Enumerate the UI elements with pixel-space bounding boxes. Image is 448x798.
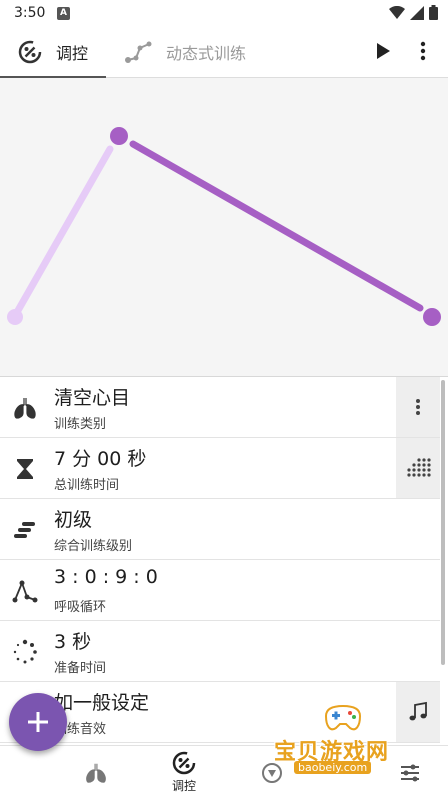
tab-control[interactable]: 调控: [0, 28, 106, 78]
plus-icon: [28, 712, 48, 732]
a-icon: A: [57, 7, 70, 20]
setting-subtitle: 综合训练级别: [54, 539, 133, 554]
setting-subtitle: 总训练时间: [54, 478, 120, 493]
nav-item-control[interactable]: 调控: [160, 746, 208, 798]
breath-cycle-icon: [12, 580, 38, 603]
exhale-line: [129, 140, 424, 312]
hourglass-icon: [17, 459, 33, 479]
inhale-line: [12, 145, 114, 318]
tab-label: 调控: [56, 44, 89, 63]
setting-title: 3 : 0 : 9 : 0: [54, 566, 158, 588]
tab-label: 动态式训练: [166, 44, 247, 63]
nav-item-breath[interactable]: [76, 746, 116, 798]
nav-label: 调控: [171, 779, 196, 793]
more-vert-icon[interactable]: [412, 40, 434, 62]
setting-subtitle: 准备时间: [54, 661, 107, 676]
more-vert-icon: [416, 399, 420, 415]
start-point[interactable]: [7, 309, 23, 325]
status-bar: 3:50 A: [0, 0, 448, 28]
list-item-training-type[interactable]: 清空心目 训练类别: [0, 377, 440, 438]
level-bars-icon: [14, 522, 35, 538]
setting-title: 3 秒: [54, 631, 92, 653]
watermark-url: baobeiy.com: [294, 761, 372, 774]
settings-list: 清空心目 训练类别 7 分 00 秒 总训练时间 初级 综合训练级别 3: 0…: [0, 377, 448, 745]
more-options-button[interactable]: [396, 377, 440, 437]
status-time: 3:50: [14, 5, 46, 21]
setting-subtitle: 训练类别: [54, 417, 107, 432]
list-item-total-time[interactable]: 7 分 00 秒 总训练时间: [0, 438, 440, 499]
tab-dynamic-training[interactable]: 动态式训练: [120, 28, 246, 76]
list-item-prep-time[interactable]: 3 秒 准备时间: [0, 621, 440, 682]
graph-nodes-icon: [125, 41, 152, 63]
setting-subtitle: 呼吸循环: [54, 600, 107, 615]
system-icons: [389, 5, 438, 20]
setting-title: 如一般设定: [54, 692, 150, 714]
watermark: 宝贝游戏网 baobeiy.com: [268, 700, 418, 780]
breathing-graph: [0, 78, 448, 377]
dot-grid-icon: [407, 458, 431, 477]
add-button[interactable]: [9, 693, 67, 751]
setting-title: 清空心目: [54, 387, 131, 409]
presets-button[interactable]: [396, 438, 440, 498]
play-icon[interactable]: [372, 40, 394, 62]
dial-percent-icon: [172, 751, 196, 775]
gamepad-icon: [324, 704, 362, 731]
peak-point[interactable]: [110, 127, 128, 145]
signal-icon: [410, 5, 424, 20]
lungs-icon: [14, 398, 36, 419]
list-item-breath-cycle[interactable]: 3 : 0 : 9 : 0 呼吸循环: [0, 560, 440, 621]
dial-percent-icon: [18, 40, 42, 64]
setting-title: 初级: [54, 509, 93, 531]
lungs-icon: [86, 763, 106, 783]
loading-dots-icon: [13, 639, 37, 664]
battery-icon: [429, 5, 438, 20]
wifi-icon: [389, 5, 405, 19]
end-point[interactable]: [423, 308, 441, 326]
scrollbar[interactable]: [441, 380, 445, 665]
breathing-graph-canvas: [7, 127, 441, 326]
list-item-level[interactable]: 初级 综合训练级别: [0, 499, 440, 560]
setting-title: 7 分 00 秒: [54, 448, 147, 470]
